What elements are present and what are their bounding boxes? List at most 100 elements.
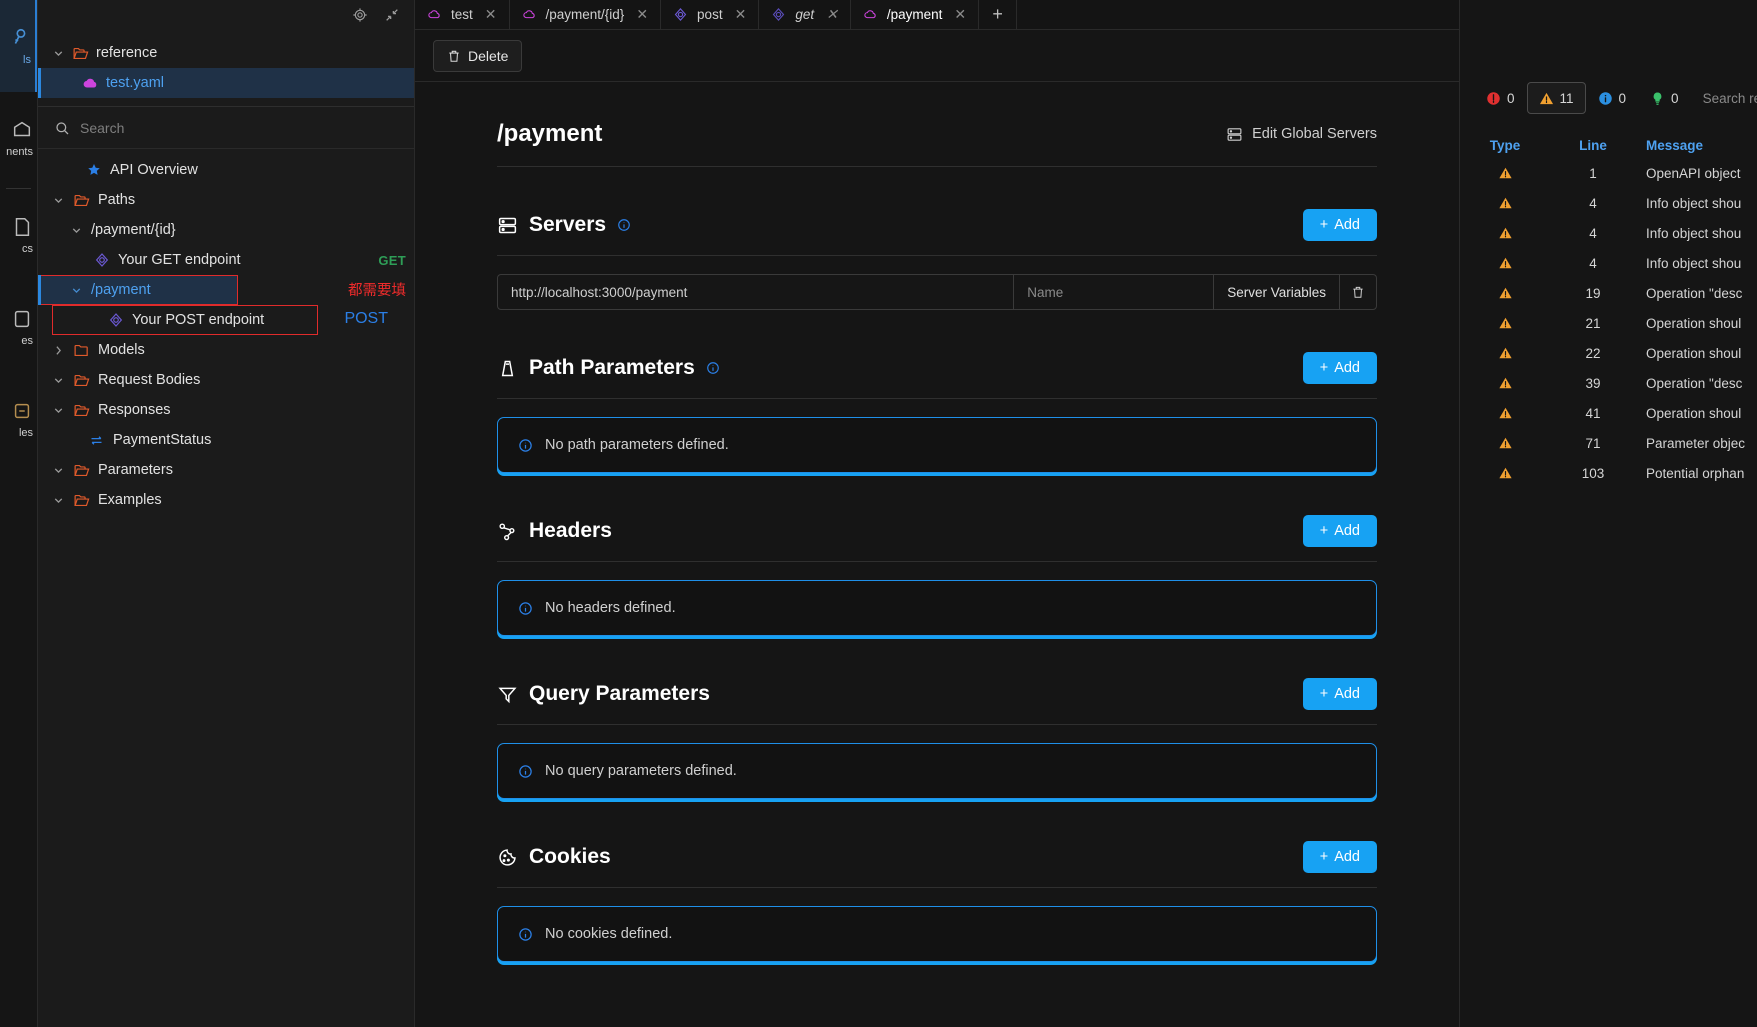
close-icon[interactable]: ✕ <box>485 6 497 23</box>
warning-icon <box>1498 407 1512 419</box>
column-header-type[interactable]: Type <box>1460 138 1550 153</box>
nav-item-payment-selected[interactable]: /payment <box>38 275 238 305</box>
rail-item-1[interactable]: nents <box>0 92 37 184</box>
diagnostics-row[interactable]: 4 Info object shou <box>1460 248 1757 278</box>
add-path-parameter-button[interactable]: + Add <box>1302 352 1377 384</box>
filter-errors[interactable]: 0 <box>1474 82 1527 114</box>
filter-warnings[interactable]: 11 <box>1526 82 1586 114</box>
server-url-cell[interactable]: http://localhost:3000/payment <box>498 275 1015 309</box>
tab-get[interactable]: get ✕ <box>759 0 851 29</box>
add-query-parameter-button[interactable]: + Add <box>1302 678 1377 710</box>
warning-icon <box>1498 287 1512 299</box>
tree-row-reference[interactable]: reference <box>38 38 414 68</box>
section-path-parameters: Path Parameters + Add No path parameters… <box>497 310 1377 473</box>
diagnostics-row[interactable]: 1 OpenAPI object <box>1460 158 1757 188</box>
close-icon[interactable]: ✕ <box>735 6 747 23</box>
tab-payment[interactable]: /payment ✕ <box>850 0 980 29</box>
nav-item-models[interactable]: Models <box>38 335 414 365</box>
filter-info[interactable]: 0 <box>1586 82 1639 114</box>
info-icon <box>519 927 532 941</box>
chevron-right-icon <box>56 345 61 355</box>
tab-strip: test ✕ /payment/{id} ✕ post ✕ get ✕ /pay… <box>415 0 1459 30</box>
nav-item-get-endpoint[interactable]: Your GET endpoint GET <box>38 245 414 275</box>
info-icon[interactable] <box>706 361 720 375</box>
diagnostics-panel: 0 11 0 0 Search results... Type Line Mes… <box>1459 0 1757 1027</box>
close-icon[interactable]: ✕ <box>826 6 838 23</box>
tree-row-test-yaml[interactable]: test.yaml <box>38 68 414 98</box>
empty-state-path-parameters: No path parameters defined. <box>497 417 1377 473</box>
tab-payment-id[interactable]: /payment/{id} ✕ <box>509 0 662 29</box>
server-icon <box>498 217 517 233</box>
column-header-message[interactable]: Message <box>1636 138 1757 153</box>
diagnostics-row[interactable]: 71 Parameter objec <box>1460 428 1757 458</box>
nav-item-paymentstatus[interactable]: PaymentStatus <box>38 425 414 455</box>
warning-icon <box>1498 257 1512 269</box>
nav-item-request-bodies[interactable]: Request Bodies <box>38 365 414 395</box>
diagnostics-row[interactable]: 4 Info object shou <box>1460 188 1757 218</box>
add-button-label: Add <box>1334 686 1360 702</box>
rail-item-2[interactable]: cs <box>0 189 37 281</box>
servers-table: http://localhost:3000/payment Name Serve… <box>497 274 1377 310</box>
column-header-line[interactable]: Line <box>1550 138 1636 153</box>
empty-state-headers: No headers defined. <box>497 580 1377 636</box>
nav-item-payment-id[interactable]: /payment/{id} <box>38 215 414 245</box>
rail-item-4[interactable]: les <box>0 373 37 465</box>
new-tab-button[interactable]: + <box>979 0 1018 29</box>
diagnostics-row[interactable]: 103 Potential orphan <box>1460 458 1757 488</box>
diagnostics-row[interactable]: 19 Operation "desc <box>1460 278 1757 308</box>
tab-label: get <box>795 7 815 22</box>
search-input[interactable] <box>80 119 398 136</box>
tab-test[interactable]: test ✕ <box>415 0 510 29</box>
rail-item-0[interactable]: ls <box>0 0 37 92</box>
editor-area: test ✕ /payment/{id} ✕ post ✕ get ✕ /pay… <box>415 0 1459 1027</box>
diagnostics-row[interactable]: 39 Operation "desc <box>1460 368 1757 398</box>
nav-item-examples[interactable]: Examples <box>38 485 414 515</box>
info-icon[interactable] <box>617 218 631 232</box>
edit-global-servers-button[interactable]: Edit Global Servers <box>1226 126 1377 143</box>
diagnostics-row[interactable]: 4 Info object shou <box>1460 218 1757 248</box>
server-variables-button[interactable]: Server Variables <box>1214 275 1340 309</box>
nav-item-api-overview[interactable]: API Overview <box>38 155 414 185</box>
nav-item-responses[interactable]: Responses <box>38 395 414 425</box>
tab-label: test <box>451 7 473 22</box>
tab-label: post <box>697 7 723 22</box>
rail-item-label: ls <box>23 53 31 66</box>
target-icon <box>773 8 785 21</box>
cloud-icon <box>428 10 440 19</box>
add-button-label: Add <box>1334 360 1360 376</box>
diagnostics-row[interactable]: 41 Operation shoul <box>1460 398 1757 428</box>
nav-item-paths[interactable]: Paths <box>38 185 414 215</box>
diagnostics-search-input[interactable] <box>1690 82 1757 114</box>
chevron-down-icon <box>54 50 63 56</box>
target-icon <box>95 253 109 267</box>
add-header-button[interactable]: + Add <box>1302 515 1377 547</box>
close-icon[interactable]: ✕ <box>954 6 966 23</box>
info-icon <box>519 601 532 615</box>
swap-icon <box>91 435 102 445</box>
tree-row-label: reference <box>96 45 158 61</box>
filter-hints[interactable]: 0 <box>1638 82 1691 114</box>
diagnostics-row-type <box>1460 286 1550 300</box>
warning-icon <box>1539 92 1553 104</box>
folder-closed-icon <box>74 344 88 356</box>
nav-item-parameters[interactable]: Parameters <box>38 455 414 485</box>
tab-post[interactable]: post ✕ <box>661 0 760 29</box>
delete-button[interactable]: Delete <box>433 39 523 72</box>
rail-item-3[interactable]: es <box>0 281 37 373</box>
explorer-search[interactable] <box>38 107 414 149</box>
collapse-icon[interactable] <box>384 7 400 23</box>
add-cookie-button[interactable]: + Add <box>1302 841 1377 873</box>
settings-icon[interactable] <box>352 7 368 23</box>
diagnostics-row[interactable]: 22 Operation shoul <box>1460 338 1757 368</box>
section-title: Cookies <box>529 845 611 868</box>
diagnostics-row[interactable]: 21 Operation shoul <box>1460 308 1757 338</box>
server-name-cell[interactable]: Name <box>1014 275 1215 309</box>
nav-item-post-endpoint[interactable]: Your POST endpoint <box>52 305 318 335</box>
chevron-down-icon <box>54 467 63 473</box>
add-server-button[interactable]: + Add <box>1302 209 1377 241</box>
delete-server-button[interactable] <box>1340 275 1376 309</box>
explorer-header <box>38 0 414 30</box>
close-icon[interactable]: ✕ <box>636 6 648 23</box>
folder-open-icon <box>74 464 90 476</box>
filter-icon <box>498 687 517 703</box>
